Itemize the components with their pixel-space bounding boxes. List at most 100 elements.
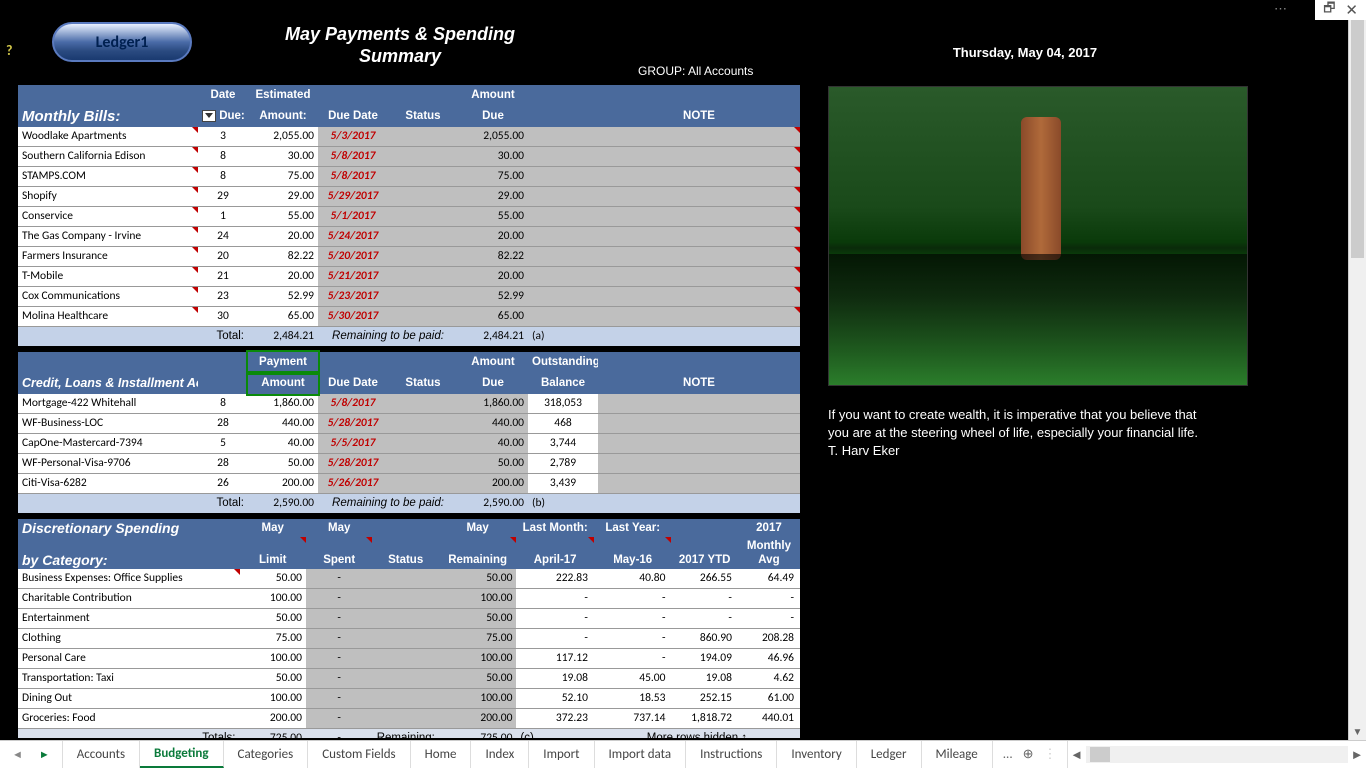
vscroll-thumb[interactable]	[1351, 18, 1364, 258]
bills-row[interactable]: T-Mobile2120.005/21/201720.00	[18, 267, 800, 287]
col-credit-duedate: Due Date	[318, 352, 388, 394]
decorative-image	[828, 86, 1248, 386]
tab-prev-icon[interactable]: ◄	[12, 748, 23, 761]
bills-remaining: 2,484.21	[458, 327, 528, 347]
credit-tag: (b)	[528, 494, 598, 514]
col-amount-due: Amount	[458, 85, 528, 106]
tab-import[interactable]: Import	[529, 741, 594, 768]
bills-remaining-label: Remaining to be paid:	[318, 327, 458, 347]
group-label: GROUP: All Accounts	[638, 64, 753, 78]
bills-row[interactable]: Molina Healthcare3065.005/30/201765.00	[18, 307, 800, 327]
col-may-limit: Limit	[240, 537, 306, 569]
bills-row[interactable]: STAMPS.COM875.005/8/201775.00	[18, 167, 800, 187]
bills-total: 2,484.21	[248, 327, 318, 347]
tab-categories[interactable]: Categories	[224, 741, 309, 768]
col-credit-amtdue: Amount	[458, 352, 528, 373]
quote-text: If you want to create wealth, it is impe…	[828, 406, 1208, 461]
tab-import-data[interactable]: Import data	[595, 741, 687, 768]
credit-total-label: Total:	[198, 494, 248, 514]
credit-total: 2,590.00	[248, 494, 318, 514]
bills-row[interactable]: Shopify2929.005/29/201729.00	[18, 187, 800, 207]
col-may-spent: Spent	[306, 537, 372, 569]
more-tabs-button[interactable]: ...	[1003, 747, 1013, 762]
tab-instructions[interactable]: Instructions	[686, 741, 777, 768]
tab-next-icon[interactable]: ►	[39, 748, 50, 761]
disc-totals: 725.00	[240, 729, 306, 739]
credit-row[interactable]: WF-Personal-Visa-97062850.005/28/201750.…	[18, 454, 800, 474]
credit-row[interactable]: Mortgage-422 Whitehall81,860.005/8/20171…	[18, 394, 800, 414]
disc-row[interactable]: Clothing75.00-75.00--860.90208.28	[18, 629, 800, 649]
disc-row[interactable]: Charitable Contribution100.00-100.00----	[18, 589, 800, 609]
more-rows-hidden[interactable]: More rows hidden ↑	[594, 729, 800, 739]
vertical-scrollbar[interactable]: ▲ ▼	[1348, 0, 1366, 740]
ledger-badge[interactable]: Ledger1	[52, 22, 192, 62]
scroll-down-icon[interactable]: ▼	[1349, 725, 1366, 738]
credit-section-title: Credit, Loans & Installment Accounts:	[18, 352, 198, 394]
bills-row[interactable]: Farmers Insurance2082.225/20/201782.22	[18, 247, 800, 267]
tab-home[interactable]: Home	[411, 741, 472, 768]
col-last-month: April-17	[516, 537, 594, 569]
disc-row[interactable]: Dining Out100.00-100.0052.1018.53252.156…	[18, 689, 800, 709]
filter-icon[interactable]	[202, 110, 216, 122]
disc-tag: (c)	[516, 729, 594, 739]
bills-total-label: Total:	[198, 327, 248, 347]
bills-row[interactable]: Conservice155.005/1/201755.00	[18, 207, 800, 227]
col-status: Status	[388, 85, 458, 127]
tab-ledger[interactable]: Ledger	[857, 741, 922, 768]
tab-budgeting[interactable]: Budgeting	[140, 741, 223, 768]
disc-remaining-label: Remaining:	[372, 729, 438, 739]
credit-remaining: 2,590.00	[458, 494, 528, 514]
disc-row[interactable]: Personal Care100.00-100.00117.12-194.094…	[18, 649, 800, 669]
disc-row[interactable]: Business Expenses: Office Supplies50.00-…	[18, 569, 800, 589]
hscroll-thumb[interactable]	[1090, 747, 1110, 762]
disc-row[interactable]: Entertainment50.00-50.00----	[18, 609, 800, 629]
hscroll-right-icon[interactable]: ►	[1348, 747, 1366, 763]
current-date: Thursday, May 04, 2017	[880, 45, 1170, 60]
monthly-bills-table: Monthly Bills: Date Estimated Due Date S…	[18, 85, 800, 346]
tab-accounts[interactable]: Accounts	[63, 741, 140, 768]
col-last-year: May-16	[594, 537, 672, 569]
tab-index[interactable]: Index	[471, 741, 529, 768]
tab-mileage[interactable]: Mileage	[922, 741, 993, 768]
horizontal-scrollbar[interactable]: ◄ ►	[1068, 741, 1366, 768]
col-credit-note: NOTE	[598, 352, 800, 394]
filter-date-due[interactable]: Due:	[198, 106, 248, 127]
disc-remaining: 725.00	[439, 729, 517, 739]
col-due-date: Due Date	[318, 85, 388, 127]
disc-section-title: Discretionary Spending	[18, 519, 240, 537]
tab-custom-fields[interactable]: Custom Fields	[308, 741, 410, 768]
tab-inventory[interactable]: Inventory	[777, 741, 856, 768]
credit-loans-table: Credit, Loans & Installment Accounts: Pa…	[18, 352, 800, 513]
bills-section-title: Monthly Bills:	[18, 85, 198, 127]
new-sheet-button[interactable]: ⊕	[1023, 747, 1034, 762]
col-payment-amount[interactable]: Payment	[248, 352, 318, 373]
bills-row[interactable]: Cox Communications2352.995/23/201752.99	[18, 287, 800, 307]
credit-row[interactable]: Citi-Visa-628226200.005/26/2017200.003,4…	[18, 474, 800, 494]
col-may-remaining: Remaining	[439, 537, 517, 569]
more-options-icon[interactable]: ⋯	[1274, 2, 1288, 17]
close-window-icon[interactable]: ✕	[1345, 1, 1358, 20]
sheet-tabs-bar: ◄ ► AccountsBudgetingCategoriesCustom Fi…	[0, 740, 1366, 768]
help-icon[interactable]: ?	[6, 42, 13, 59]
credit-row[interactable]: WF-Business-LOC28440.005/28/2017440.0046…	[18, 414, 800, 434]
bills-tag: (a)	[528, 327, 598, 347]
bills-row[interactable]: Southern California Edison830.005/8/2017…	[18, 147, 800, 167]
hscroll-left-icon[interactable]: ◄	[1068, 747, 1086, 763]
col-ytd: 2017 YTD	[671, 537, 737, 569]
disc-totals-label: Totals:	[18, 729, 240, 739]
col-note: NOTE	[598, 85, 800, 127]
tab-nav-arrows[interactable]: ◄ ►	[0, 741, 63, 768]
credit-row[interactable]: CapOne-Mastercard-7394540.005/5/201740.0…	[18, 434, 800, 454]
disc-row[interactable]: Transportation: Taxi50.00-50.0019.0845.0…	[18, 669, 800, 689]
col-est-amount: Estimated	[248, 85, 318, 106]
bills-row[interactable]: The Gas Company - Irvine2420.005/24/2017…	[18, 227, 800, 247]
col-credit-status: Status	[388, 352, 458, 394]
bills-row[interactable]: Woodlake Apartments32,055.005/3/20172,05…	[18, 127, 800, 147]
disc-row[interactable]: Groceries: Food200.00-200.00372.23737.14…	[18, 709, 800, 729]
col-outstanding: Outstanding	[528, 352, 598, 373]
credit-remaining-label: Remaining to be paid:	[318, 494, 458, 514]
page-title: May Payments & SpendingSummary	[270, 24, 530, 67]
col-disc-status: Status	[372, 537, 438, 569]
restore-window-icon[interactable]: 🗗	[1323, 0, 1335, 21]
col-date-due: Date	[198, 85, 248, 106]
